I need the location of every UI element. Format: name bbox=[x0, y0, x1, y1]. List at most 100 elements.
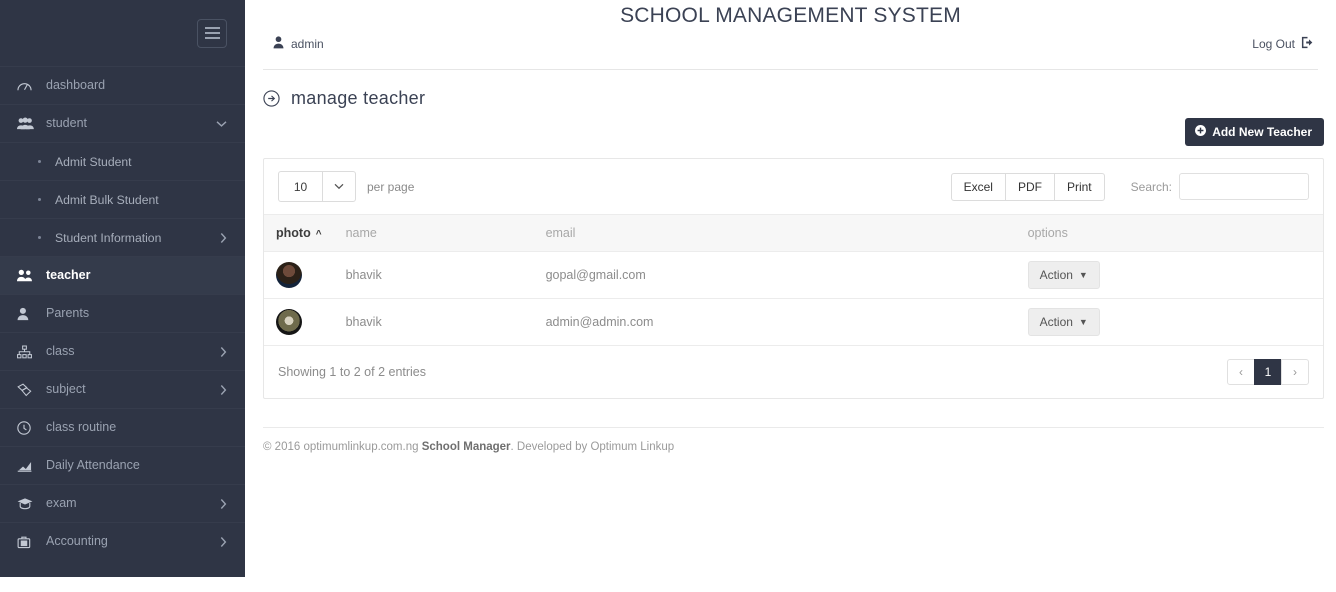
logout-button[interactable]: Log Out bbox=[1252, 36, 1314, 52]
pagination-next-button[interactable]: › bbox=[1281, 359, 1309, 385]
sidebar-item-parents[interactable]: Parents bbox=[0, 294, 245, 332]
teacher-avatar-2 bbox=[276, 309, 302, 335]
table-head: photo ^ name email options bbox=[264, 214, 1323, 252]
sidebar-nav: dashboard student Admit Student Admit Bulk … bbox=[0, 66, 245, 560]
column-header-name[interactable]: name bbox=[333, 214, 534, 252]
page-length-select[interactable]: 10 bbox=[278, 171, 356, 202]
teacher-avatar-1 bbox=[276, 262, 302, 288]
table-tools: Excel PDF Print Search: bbox=[950, 172, 1309, 201]
teacher-table: photo ^ name email options bhavik gopal@gmail… bbox=[264, 214, 1323, 346]
chevron-right-icon[interactable] bbox=[220, 384, 227, 395]
sidebar-item-exam[interactable]: exam bbox=[0, 484, 245, 522]
search-control: Search: bbox=[1131, 173, 1309, 200]
sidebar-subitem-label: Admit Student bbox=[55, 154, 132, 169]
table-footer: Showing 1 to 2 of 2 entries ‹ 1 › bbox=[264, 346, 1323, 398]
parent-user-icon bbox=[17, 306, 39, 322]
cell-email: gopal@gmail.com bbox=[533, 251, 1016, 299]
add-new-teacher-button[interactable]: Add New Teacher bbox=[1185, 118, 1324, 146]
chevron-right-icon[interactable] bbox=[220, 498, 227, 509]
chevron-left-icon: ‹ bbox=[1239, 365, 1243, 379]
bullet-icon bbox=[38, 236, 41, 239]
bullet-icon bbox=[38, 160, 41, 163]
column-header-email[interactable]: email bbox=[533, 214, 1016, 252]
sidebar-item-label: exam bbox=[46, 496, 77, 511]
sidebar-item-dashboard[interactable]: dashboard bbox=[0, 66, 245, 104]
plus-circle-icon bbox=[1195, 125, 1207, 139]
chevron-right-icon[interactable] bbox=[220, 536, 227, 547]
footer-copyright: © 2016 optimumlinkup.com.ng bbox=[263, 441, 422, 453]
showing-entries-label: Showing 1 to 2 of 2 entries bbox=[278, 365, 427, 379]
sidebar-item-label: class bbox=[46, 344, 75, 359]
cell-name: bhavik bbox=[333, 298, 534, 346]
current-user[interactable]: admin bbox=[273, 36, 324, 52]
teacher-name: bhavik bbox=[345, 315, 382, 329]
teacher-name: bhavik bbox=[345, 268, 382, 282]
sidebar-item-label: Daily Attendance bbox=[46, 458, 140, 473]
sidebar-item-daily-attendance[interactable]: Daily Attendance bbox=[0, 446, 245, 484]
chevron-right-icon[interactable] bbox=[220, 232, 227, 243]
sidebar-item-student[interactable]: student bbox=[0, 104, 245, 142]
sitemap-icon bbox=[17, 344, 39, 360]
sidebar-item-class-routine[interactable]: class routine bbox=[0, 408, 245, 446]
sidebar-item-subject[interactable]: subject bbox=[0, 370, 245, 408]
sidebar-item-class[interactable]: class bbox=[0, 332, 245, 370]
export-excel-button[interactable]: Excel bbox=[950, 172, 1006, 201]
table-row: bhavik admin@admin.com Action ▼ bbox=[264, 298, 1323, 346]
pagination-prev-button[interactable]: ‹ bbox=[1227, 359, 1255, 385]
sidebar-subitem-label: Admit Bulk Student bbox=[55, 192, 159, 207]
page-heading-label: manage teacher bbox=[291, 88, 426, 108]
sidebar-item-label: subject bbox=[46, 382, 86, 397]
sidebar-item-accounting[interactable]: Accounting bbox=[0, 522, 245, 560]
sidebar-item-label: Parents bbox=[46, 306, 90, 321]
clock-icon bbox=[17, 420, 39, 436]
bar-chart-icon bbox=[17, 458, 39, 474]
add-button-row: Add New Teacher bbox=[245, 109, 1336, 146]
export-button-group: Excel PDF Print bbox=[950, 172, 1105, 201]
chevron-down-icon[interactable] bbox=[216, 120, 227, 127]
action-dropdown-button[interactable]: Action ▼ bbox=[1027, 261, 1100, 289]
table-row: bhavik gopal@gmail.com Action ▼ bbox=[264, 251, 1323, 299]
export-print-button[interactable]: Print bbox=[1053, 172, 1105, 201]
pagination-page-1[interactable]: 1 bbox=[1254, 359, 1282, 385]
arrow-circle-right-icon bbox=[263, 90, 280, 107]
dashboard-gauge-icon bbox=[17, 78, 39, 94]
chevron-right-icon[interactable] bbox=[220, 346, 227, 357]
app-root: dashboard student Admit Student Admit Bulk … bbox=[0, 0, 1336, 592]
sort-asc-icon: ^ bbox=[315, 229, 322, 240]
column-header-photo[interactable]: photo ^ bbox=[264, 214, 334, 252]
search-input[interactable] bbox=[1179, 173, 1309, 200]
per-page-label: per page bbox=[367, 179, 415, 194]
chevron-right-icon: › bbox=[1293, 365, 1297, 379]
column-header-label: email bbox=[545, 226, 576, 240]
action-dropdown-button[interactable]: Action ▼ bbox=[1027, 308, 1100, 336]
page-title: SCHOOL MANAGEMENT SYSTEM bbox=[620, 4, 961, 27]
graduation-cap-icon bbox=[17, 496, 39, 512]
sidebar-item-teacher[interactable]: teacher bbox=[0, 256, 245, 294]
sidebar-item-label: teacher bbox=[46, 268, 91, 283]
teacher-email: admin@admin.com bbox=[545, 315, 654, 329]
sidebar-item-label: Accounting bbox=[46, 534, 108, 549]
caret-down-icon: ▼ bbox=[1078, 270, 1088, 280]
column-header-options[interactable]: options bbox=[1015, 214, 1323, 252]
sidebar: dashboard student Admit Student Admit Bulk … bbox=[0, 0, 245, 577]
chevron-down-icon bbox=[322, 172, 355, 201]
cell-photo bbox=[264, 251, 334, 299]
search-label: Search: bbox=[1130, 179, 1172, 194]
page-length-value: 10 bbox=[293, 179, 308, 194]
action-label: Action bbox=[1039, 268, 1073, 282]
hamburger-icon[interactable] bbox=[197, 18, 227, 48]
column-header-label: name bbox=[345, 226, 377, 240]
add-new-teacher-label: Add New Teacher bbox=[1212, 125, 1312, 139]
teacher-email: gopal@gmail.com bbox=[545, 268, 646, 282]
sidebar-subitem-admit-student[interactable]: Admit Student bbox=[0, 142, 245, 180]
sidebar-subitem-student-information[interactable]: Student Information bbox=[0, 218, 245, 256]
column-header-label: options bbox=[1027, 226, 1068, 240]
sidebar-subitem-admit-bulk-student[interactable]: Admit Bulk Student bbox=[0, 180, 245, 218]
export-pdf-button[interactable]: PDF bbox=[1004, 172, 1055, 201]
caret-down-icon: ▼ bbox=[1078, 317, 1088, 327]
footer-tail: . Developed by Optimum Linkup bbox=[510, 441, 675, 453]
column-header-label: photo bbox=[276, 226, 311, 240]
table-body: bhavik gopal@gmail.com Action ▼ bhavik admin@… bbox=[264, 251, 1323, 346]
footer-product: School Manager bbox=[421, 441, 511, 453]
briefcase-icon bbox=[17, 534, 39, 550]
